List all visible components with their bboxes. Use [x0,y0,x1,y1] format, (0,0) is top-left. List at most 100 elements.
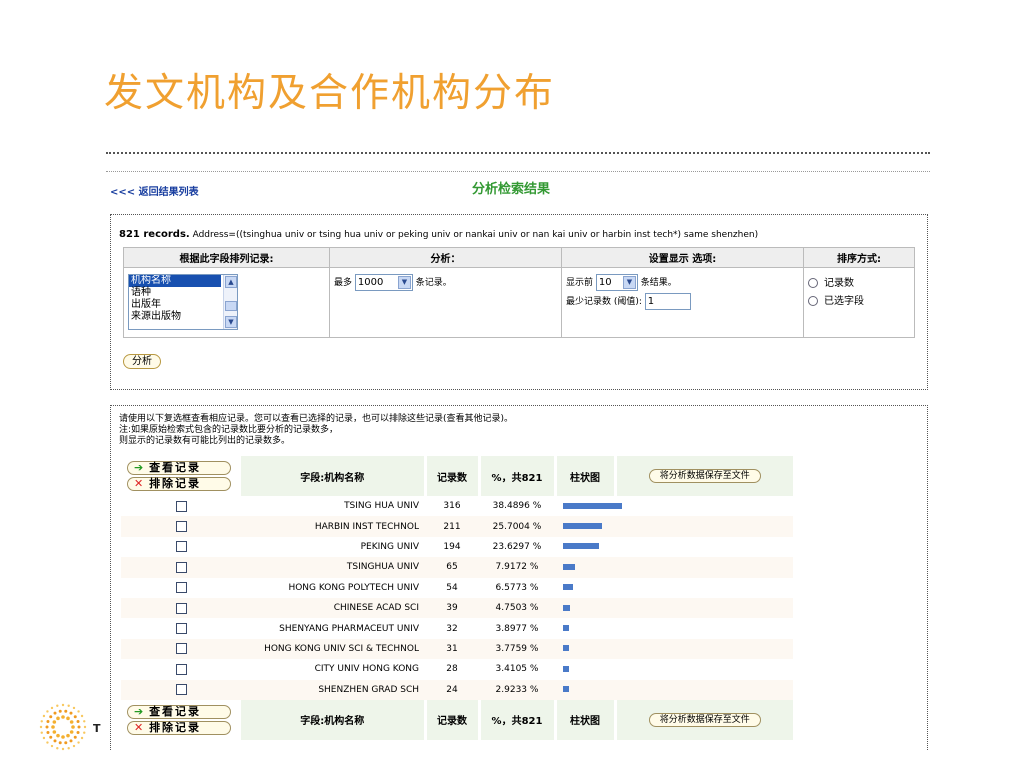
col-field-header: 字段:机构名称 [241,699,425,740]
institution-name: HONG KONG UNIV SCI & TECHNOL [241,638,425,660]
sort-by-count-label: 记录数 [824,278,854,289]
display-top-select[interactable]: 10 ▼ [595,274,638,291]
field-option[interactable]: 机构名称 [129,275,221,287]
header-display: 设置显示 选项: [561,247,804,268]
institution-name: TSINGHUA UNIV [241,557,425,578]
percent-cell: 23.6297 % [492,541,542,552]
chevron-down-icon[interactable]: ▼ [622,276,636,289]
institution-name: CHINESE ACAD SCI [241,597,425,619]
institution-name: HONG KONG POLYTECH UNIV [288,582,419,593]
exclude-records-button[interactable]: ✕ 排除记录 [127,720,231,735]
table-row: CHINESE ACAD SCI 39 4.7503 % [121,597,793,619]
bar-mark [563,686,569,693]
display-prefix: 显示前 [566,278,594,288]
view-records-button[interactable]: ➔ 查看记录 [127,704,231,719]
exclude-records-button[interactable]: ✕ 排除记录 [127,477,231,491]
row-checkbox[interactable] [175,521,187,533]
results-footer-row: ➔ 查看记录 ✕ 排除记录 字段:机构名称 记录数 %，共821 柱状图 将分析… [121,699,793,740]
header-analyze: 分析： [329,247,562,268]
row-checkbox[interactable] [175,582,187,594]
cross-icon: ✕ [134,477,144,490]
percent-cell: 3.8977 % [495,623,539,634]
display-suffix: 条结果。 [640,278,677,288]
table-row: CITY UNIV HONG KONG 28 3.4105 % [121,659,793,679]
institution-name: SHENZHEN GRAD SCH [241,679,425,700]
save-to-file-button[interactable]: 将分析数据保存至文件 [648,469,761,483]
row-checkbox[interactable] [175,602,187,614]
header-rank-field: 根据此字段排列记录: [123,247,330,268]
view-records-button[interactable]: ➔ 查看记录 [127,461,231,475]
institution-name: CITY UNIV HONG KONG [314,664,419,675]
chevron-down-icon[interactable]: ▼ [225,316,237,328]
query-summary: 821 records. Address=((tsinghua univ or … [119,229,758,240]
col-count-header: 记录数 [423,456,479,496]
bar-mark [563,523,602,530]
results-table: ➔ 查看记录 ✕ 排除记录 字段:机构名称 记录数 %，共821 柱状图 将分析… [121,456,793,740]
back-to-results-link[interactable]: <<< 返回结果列表 [110,183,199,198]
bar-mark [563,665,569,672]
instructions: 请使用以下复选框查看相应记录。您可以查看已选择的记录，也可以排除这些记录(查看其… [119,414,513,447]
field-option[interactable]: 来源出版物 [129,311,237,323]
table-row: HARBIN INST TECHNOL 211 25.7004 % [121,516,793,537]
record-count-cell: 211 [425,516,479,537]
col-pct-header: %，共821 [477,456,555,496]
row-checkbox[interactable] [175,663,187,675]
slide-title: 发文机构及合作机构分布 [104,71,556,116]
instruction-line: 则显示的记录数有可能比列出的记录数多。 [119,436,291,446]
row-checkbox[interactable] [175,684,187,696]
scroll-thumb[interactable] [225,301,237,311]
bar-mark [563,625,569,632]
bar-mark [563,563,575,570]
record-count-cell: 65 [425,557,479,578]
bar-mark [563,584,573,591]
institution-name: PEKING UNIV [360,541,419,552]
save-to-file-button[interactable]: 将分析数据保存至文件 [648,712,761,727]
field-option[interactable]: 语种 [129,287,237,299]
record-count-cell: 24 [425,679,479,700]
record-count-cell: 39 [425,597,479,619]
field-listbox[interactable]: 机构名称 语种 出版年 来源出版物 ▲ ▼ [128,274,238,330]
analyze-button[interactable]: 分析 [123,354,161,369]
record-count-cell: 54 [446,582,458,593]
sort-by-field-radio[interactable] [808,296,818,306]
percent-cell: 3.4105 % [495,664,539,675]
analyze-max-select[interactable]: 1000 ▼ [354,274,413,291]
row-checkbox[interactable] [175,623,187,635]
record-count: 821 records. [119,229,190,240]
exclude-records-label: 排除记录 [149,477,202,490]
percent-cell: 7.9172 % [479,557,555,578]
table-row: PEKING UNIV 194 23.6297 % [121,537,793,557]
field-option[interactable]: 出版年 [129,299,237,311]
record-count-cell: 32 [446,623,458,634]
header-sort: 排序方式: [803,247,915,268]
min-records-input[interactable]: 1 [644,293,691,310]
query-string: Address=((tsinghua univ or tsing hua uni… [192,230,759,240]
options-table: 根据此字段排列记录: 分析： 设置显示 选项: 排序方式: 机构名称 语种 出版… [123,247,915,338]
view-records-label: 查看记录 [149,461,202,474]
bar-mark [563,645,569,652]
col-count-header: 记录数 [423,699,479,740]
view-records-label: 查看记录 [149,704,202,718]
min-records-label: 最少记录数 (阈值): [566,297,642,307]
row-checkbox[interactable] [175,500,187,512]
percent-cell: 6.5773 % [495,582,539,593]
cross-icon: ✕ [134,720,144,734]
row-checkbox[interactable] [175,561,187,573]
institution-name: SHENYANG PHARMACEUT UNIV [279,623,419,634]
instruction-line: 注:如果原始检索式包含的记录数比要分析的记录数多， [119,425,339,435]
table-row: HONG KONG POLYTECH UNIV 54 6.5773 % [121,578,793,598]
arrow-right-icon: ➔ [134,704,144,718]
col-chart-header: 柱状图 [553,456,615,496]
row-checkbox[interactable] [175,541,187,553]
title-divider [106,152,930,154]
row-checkbox[interactable] [175,643,187,655]
chevron-up-icon[interactable]: ▲ [225,276,237,288]
chevron-down-icon[interactable]: ▼ [397,276,411,289]
instruction-line: 请使用以下复选框查看相应记录。您可以查看已选择的记录，也可以排除这些记录(查看其… [119,414,514,424]
record-count-cell: 28 [446,664,458,675]
listbox-scrollbar[interactable]: ▲ ▼ [223,275,237,329]
thomson-reuters-logo [39,703,87,751]
sort-by-count-radio[interactable] [808,278,818,288]
table-row: TSING HUA UNIV 316 38.4896 % [121,496,793,516]
result-heading: 分析检索结果 [472,182,551,197]
